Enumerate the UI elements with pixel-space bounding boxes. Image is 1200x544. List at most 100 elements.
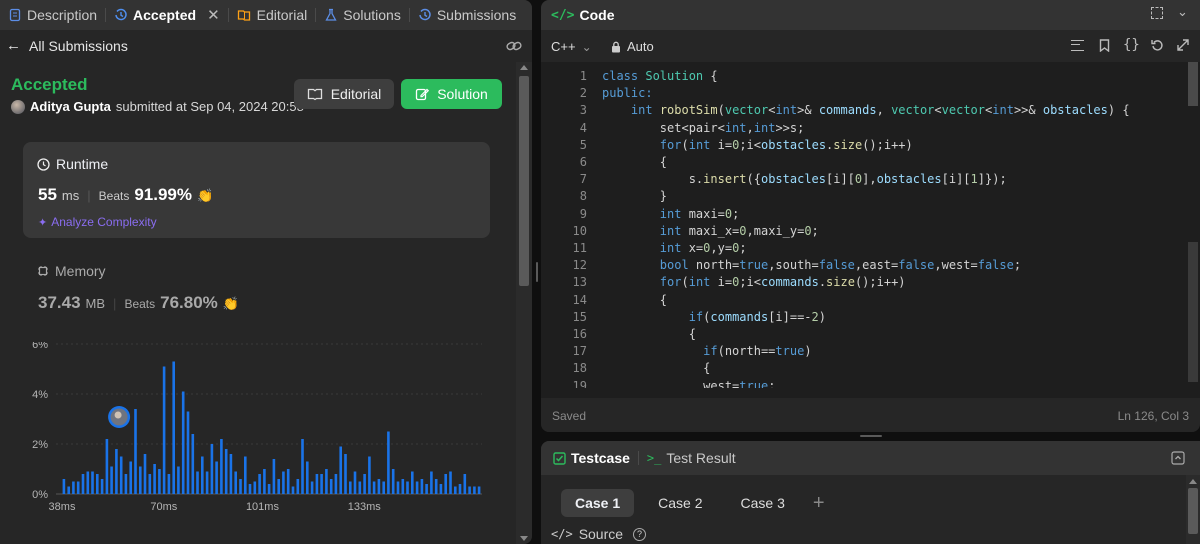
case-tab-2[interactable]: Case 2 [644,489,716,517]
tab-accepted[interactable]: Accepted ✕ [106,0,228,30]
editor-scrollbar[interactable] [1186,62,1200,388]
line-number: 14 [572,292,587,307]
code-line[interactable]: } [602,188,667,205]
code-line[interactable]: class Solution { [602,68,718,85]
editor-resize-handle[interactable] [860,435,882,437]
chevron-down-icon[interactable]: ⌄ [1177,4,1188,20]
code-line[interactable]: int robotSim(vector<int>& commands, vect… [602,102,1130,119]
runtime-card[interactable]: Runtime 55 ms | Beats 91.99% 👏 ✦ Analyze… [23,142,490,238]
chart-bar [449,471,452,494]
scroll-up-arrow[interactable] [1189,479,1197,484]
code-line[interactable]: { [602,360,710,377]
chart-bar [267,484,271,494]
solution-button-label: Solution [437,86,488,102]
submission-detail: Accepted Aditya Gupta submitted at Sep 0… [0,62,516,544]
panel-resize-handle[interactable] [536,262,538,282]
tab-testcase[interactable]: Testcase [541,441,638,475]
code-line[interactable]: s.insert({obstacles[i][0],obstacles[i][1… [602,171,1007,188]
left-tab-bar: Description Accepted ✕ Editorial Solutio… [0,0,532,30]
runtime-stats: 55 ms | Beats 91.99% 👏 [38,185,213,205]
help-icon[interactable]: ? [633,527,647,541]
chevron-up-icon[interactable] [1171,451,1185,465]
code-line[interactable]: for(int i=0;i<commands.size();i++) [602,274,906,291]
code-line[interactable]: west=true; [602,378,775,388]
chart-bar [444,474,447,494]
scroll-thumb[interactable] [519,76,529,286]
code-line[interactable]: set<pair<int,int>>s; [602,120,805,137]
code-line[interactable]: int maxi_x=0,maxi_y=0; [602,223,819,240]
add-case-button[interactable]: + [809,492,829,515]
tab-description[interactable]: Description [0,0,105,30]
code-token: ,west= [934,258,978,273]
line-number: 12 [572,258,587,273]
editorial-button-label: Editorial [330,86,382,102]
your-submission-marker[interactable] [108,406,131,428]
scroll-down-arrow[interactable] [520,536,528,541]
link-icon[interactable] [506,39,522,53]
code-line[interactable]: { [602,292,667,309]
solution-button[interactable]: Solution [401,79,502,109]
x-tick-label: 38ms [49,501,76,513]
format-icon[interactable] [1071,40,1084,51]
avatar[interactable] [11,99,25,114]
chart-bar [473,486,476,494]
tab-solutions[interactable]: Solutions [316,0,409,30]
braces-icon[interactable]: {} [1123,37,1140,53]
code-token: 1 [970,172,978,187]
code-line[interactable]: public: [602,85,653,102]
code-token: if [703,344,718,359]
chart-bar [105,439,109,494]
editorial-button[interactable]: Editorial [294,79,394,109]
code-line[interactable]: { [602,154,667,171]
testcase-scrollbar[interactable] [1186,475,1200,544]
submitter-row: Aditya Gupta submitted at Sep 04, 2024 2… [11,99,304,114]
editor-scroll-thumb[interactable] [1188,62,1198,106]
chart-bar [411,471,414,494]
user-name[interactable]: Aditya Gupta [30,99,111,114]
expand-icon[interactable] [1177,39,1189,51]
tab-test-result[interactable]: >_ Test Result [639,441,744,475]
close-tab-icon[interactable]: ✕ [207,6,220,24]
scroll-up-arrow[interactable] [520,65,528,70]
scroll-thumb[interactable] [1188,488,1198,534]
tab-editorial[interactable]: Editorial [229,0,316,30]
code-token: int [659,241,682,255]
tab-code[interactable]: </> Code [541,0,622,30]
chart-bar [186,411,190,494]
code-token: i= [710,275,733,290]
code-token: >& [797,103,819,118]
code-token: { [602,155,668,169]
case-tab-3[interactable]: Case 3 [727,489,799,517]
case-tab-1[interactable]: Case 1 [561,489,635,517]
memory-card[interactable]: Memory 37.43 MB | Beats 76.80% 👏 [23,252,490,312]
bookmark-icon[interactable] [1099,39,1110,52]
source-row[interactable]: </> Source ? [551,526,647,542]
chart-bar [134,409,137,494]
line-number-gutter: 1 2 3 4 5 6 7 8 9 10 11 12 13 14 15 16 17 18 19 [541,68,591,388]
code-line[interactable]: bool north=true,south=false,east=false,w… [602,257,1021,274]
code-line[interactable]: if(north==true) [602,343,811,360]
tab-submissions[interactable]: Submissions [410,0,524,30]
code-line[interactable]: { [602,326,696,343]
code-line[interactable]: int x=0,y=0; [602,240,747,257]
reset-icon[interactable] [1151,39,1164,52]
code-token: [i]==- [768,309,812,324]
mode-indicator[interactable]: Auto [611,39,654,54]
code-token: ,y= [710,241,733,255]
chart-bar [143,454,147,494]
code-editor[interactable]: 1 2 3 4 5 6 7 8 9 10 11 12 13 14 15 16 17 18 19 class Solu… [541,62,1186,388]
back-to-submissions[interactable]: ← All Submissions [6,37,128,54]
code-line[interactable]: int maxi=0; [602,206,740,223]
runtime-distribution-chart[interactable]: 6% 4% 2% 0%38ms 70ms 101ms 133ms [0,342,516,544]
maximize-icon[interactable] [1151,7,1163,19]
chart-bar [167,474,171,494]
language-select[interactable]: C++ ⌄ [551,39,592,54]
analyze-complexity-link[interactable]: ✦ Analyze Complexity [38,215,157,229]
left-scrollbar[interactable] [516,62,532,544]
code-lines[interactable]: class Solution {public: int robotSim(vec… [602,68,1186,388]
chart-bar [205,471,209,494]
code-line[interactable]: for(int i=0;i<obstacles.size();i++) [602,137,913,154]
code-line[interactable]: if(commands[i]==-2) [602,309,826,326]
